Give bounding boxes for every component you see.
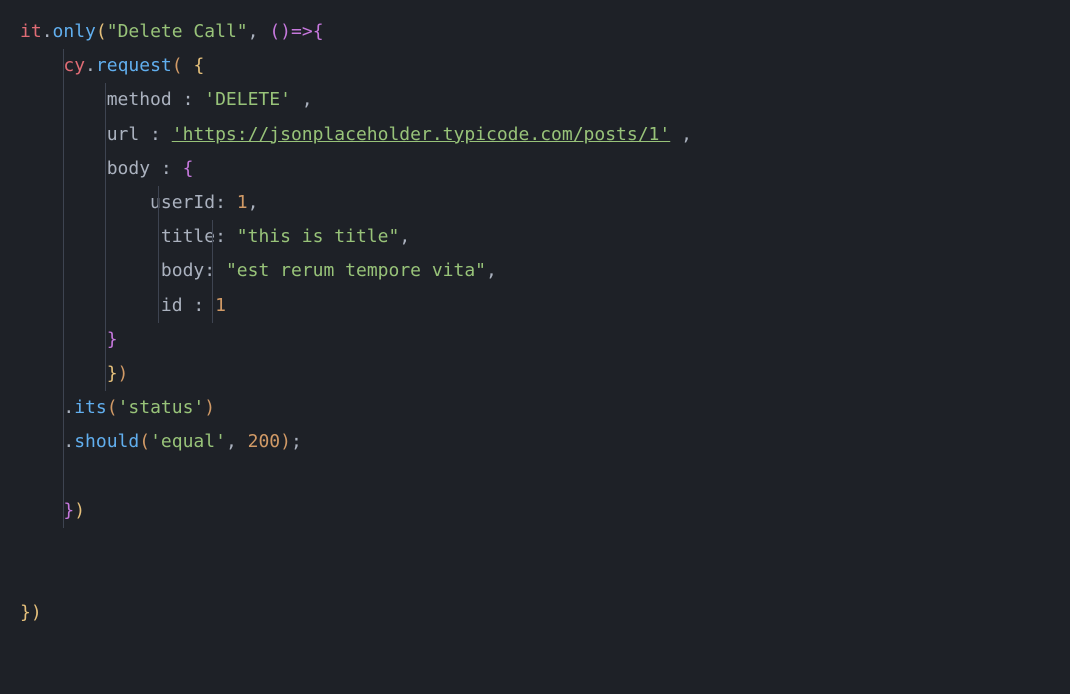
code-line-14 [20, 459, 1050, 493]
number-literal: 200 [248, 431, 281, 452]
code-line-10: } [20, 323, 1050, 357]
code-line-16 [20, 528, 1050, 562]
object-key: method [107, 89, 172, 110]
code-editor: it.only("Delete Call", ()=>{ cy.request(… [20, 15, 1050, 630]
code-line-4: url : 'https://jsonplaceholder.typicode.… [20, 118, 1050, 152]
method-name: its [74, 397, 107, 418]
code-line-8: body: "est rerum tempore vita", [20, 254, 1050, 288]
code-line-15: }) [20, 494, 1050, 528]
string-literal: 'DELETE' [204, 89, 291, 110]
code-line-3: method : 'DELETE' , [20, 83, 1050, 117]
string-literal: 'equal' [150, 431, 226, 452]
object-key: title [161, 226, 215, 247]
code-line-5: body : { [20, 152, 1050, 186]
identifier: cy [63, 55, 85, 76]
method-name: should [74, 431, 139, 452]
object-key: url [107, 124, 140, 145]
number-literal: 1 [215, 295, 226, 316]
number-literal: 1 [237, 192, 248, 213]
code-line-2: cy.request( { [20, 49, 1050, 83]
code-line-18: }) [20, 596, 1050, 630]
code-line-6: userId: 1, [20, 186, 1050, 220]
code-line-12: .its('status') [20, 391, 1050, 425]
method-name: request [96, 55, 172, 76]
object-key: id [161, 295, 183, 316]
method-name: only [53, 21, 96, 42]
code-line-11: }) [20, 357, 1050, 391]
code-line-1: it.only("Delete Call", ()=>{ [20, 15, 1050, 49]
code-line-13: .should('equal', 200); [20, 425, 1050, 459]
string-literal: "est rerum tempore vita" [226, 260, 486, 281]
code-line-9: id : 1 [20, 289, 1050, 323]
object-key: userId [150, 192, 215, 213]
string-literal: "this is title" [237, 226, 400, 247]
object-key: body [161, 260, 204, 281]
string-literal: "Delete Call" [107, 21, 248, 42]
code-line-7: title: "this is title", [20, 220, 1050, 254]
string-literal: 'status' [118, 397, 205, 418]
code-line-17 [20, 562, 1050, 596]
url-string: 'https://jsonplaceholder.typicode.com/po… [172, 124, 671, 145]
object-key: body [107, 158, 150, 179]
identifier: it [20, 21, 42, 42]
arrow: => [291, 21, 313, 42]
